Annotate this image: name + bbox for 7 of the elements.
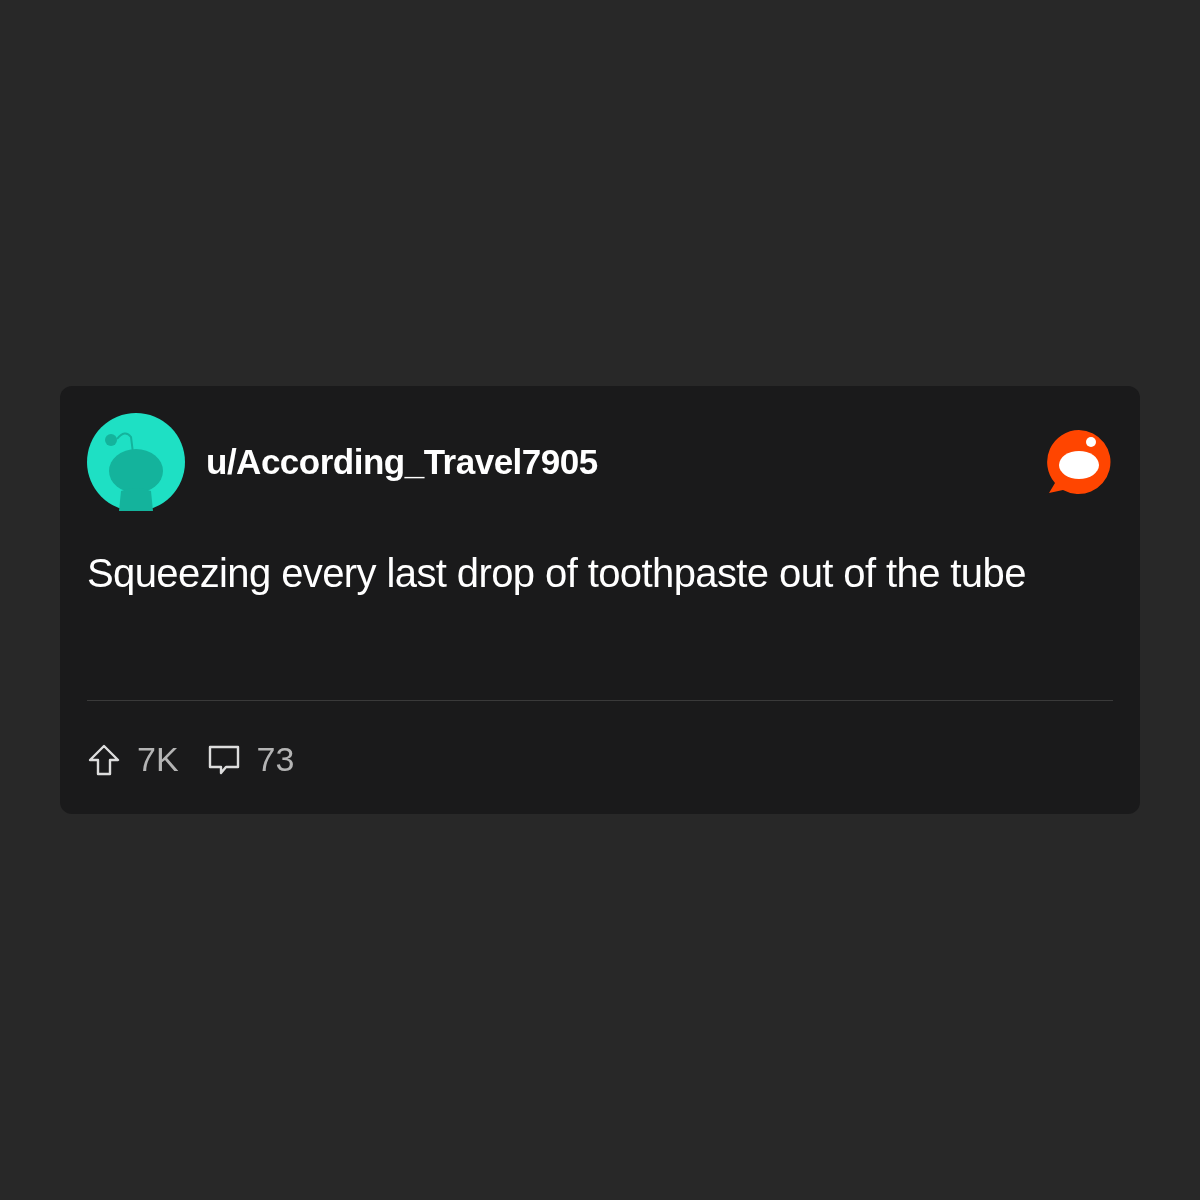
comment-count: 73 <box>256 740 295 779</box>
speech-bubble-logo-icon <box>1045 429 1113 495</box>
upvote-count: 7K <box>137 740 179 779</box>
upvote-icon[interactable] <box>87 742 121 777</box>
avatar-icon <box>87 413 185 511</box>
username[interactable]: u/According_Travel7905 <box>206 442 598 482</box>
post-title: Squeezing every last drop of toothpaste out of the tube <box>87 551 1027 596</box>
